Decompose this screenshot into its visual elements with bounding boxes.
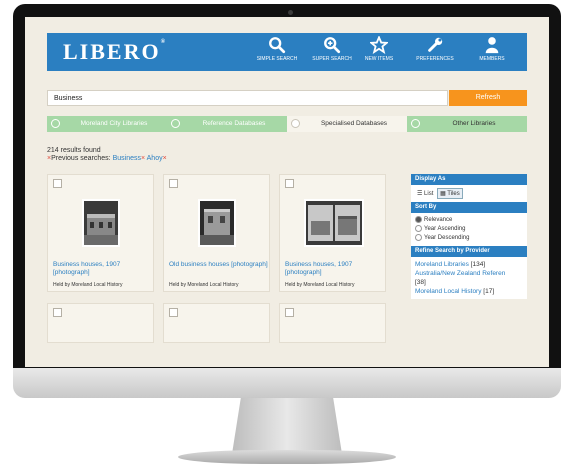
zoom-plus-icon — [324, 37, 341, 54]
remove-search-icon[interactable]: × — [141, 155, 145, 162]
refresh-button[interactable]: Refresh — [449, 90, 527, 106]
sort-relevance-radio[interactable]: Relevance — [415, 216, 523, 225]
check-circle-icon — [51, 119, 60, 128]
db-tab-moreland-city-libraries[interactable]: Moreland City Libraries — [47, 116, 167, 132]
select-checkbox[interactable] — [169, 179, 178, 188]
display-as-options: ☰ List ▦ Tiles — [411, 185, 527, 202]
photo-thumbnail[interactable] — [198, 199, 236, 247]
result-card[interactable]: Business houses, 1907 [photograph] Held … — [47, 174, 154, 292]
sort-year-descending-radio[interactable]: Year Descending — [415, 234, 523, 243]
previous-search-link[interactable]: Business — [113, 155, 141, 162]
screen: LIBERO® SIMPLE SEARCH SUPER SEARCH NEW I… — [25, 17, 549, 367]
photo-thumbnail[interactable] — [304, 199, 364, 247]
star-icon — [370, 36, 388, 54]
result-card[interactable] — [163, 303, 270, 343]
result-card[interactable] — [279, 303, 386, 343]
select-checkbox[interactable] — [285, 308, 294, 317]
provider-link[interactable]: Moreland Local History [17] — [415, 287, 523, 296]
nav-simple-search[interactable]: SIMPLE SEARCH — [248, 36, 306, 62]
refine-heading: Refine Search by Provider — [411, 246, 527, 258]
nav-preferences[interactable]: PREFERENCES — [406, 36, 464, 62]
sort-by-heading: Sort By — [411, 202, 527, 213]
nav-label: SIMPLE SEARCH — [256, 56, 298, 62]
sort-year-ascending-radio[interactable]: Year Ascending — [415, 225, 523, 234]
view-list-button[interactable]: ☰ List — [415, 189, 435, 198]
user-icon — [485, 37, 499, 54]
nav-label: PREFERENCES — [416, 56, 454, 62]
monitor-chin — [13, 368, 561, 398]
result-title-link[interactable]: Business houses, 1907 [photograph] — [285, 261, 385, 277]
monitor-base — [178, 450, 396, 464]
check-circle-icon — [411, 119, 420, 128]
select-checkbox[interactable] — [169, 308, 178, 317]
select-checkbox[interactable] — [53, 179, 62, 188]
db-tab-reference-databases[interactable]: Reference Databases — [167, 116, 287, 132]
db-tab-specialised-databases[interactable]: Specialised Databases — [287, 116, 407, 132]
provider-link[interactable]: Australia/New Zealand Referen [38] — [415, 269, 523, 287]
provider-link[interactable]: Moreland Libraries [134] — [415, 260, 523, 269]
result-card[interactable] — [47, 303, 154, 343]
previous-searches-label: Previous searches: — [51, 155, 111, 162]
database-tabs: Moreland City Libraries Reference Databa… — [47, 116, 527, 132]
held-by-text: Held by Moreland Local History — [169, 282, 239, 288]
result-card[interactable]: Old business houses [photograph] Held by… — [163, 174, 270, 292]
nav-label: NEW ITEMS — [364, 56, 394, 62]
header-bar: LIBERO® SIMPLE SEARCH SUPER SEARCH NEW I… — [47, 33, 527, 71]
previous-searches: ×Previous searches: Business× Ahoy× — [47, 155, 167, 162]
camera-dot — [288, 10, 293, 15]
result-title-link[interactable]: Old business houses [photograph] — [169, 261, 269, 269]
held-by-text: Held by Moreland Local History — [53, 282, 123, 288]
libero-logo[interactable]: LIBERO® — [63, 39, 165, 65]
results-count: 214 results found — [47, 147, 101, 154]
display-as-heading: Display As — [411, 174, 527, 185]
select-checkbox[interactable] — [53, 308, 62, 317]
remove-search-icon[interactable]: × — [163, 155, 167, 162]
nav-new-items[interactable]: NEW ITEMS — [350, 36, 408, 62]
sidebar: Display As ☰ List ▦ Tiles Sort By Releva… — [411, 174, 527, 300]
monitor-stand — [232, 398, 342, 454]
view-tiles-button[interactable]: ▦ Tiles — [437, 188, 463, 199]
photo-thumbnail[interactable] — [82, 199, 120, 247]
nav-label: MEMBERS — [479, 56, 505, 62]
check-circle-icon — [171, 119, 180, 128]
nav-members[interactable]: MEMBERS — [463, 36, 521, 62]
empty-circle-icon — [291, 119, 300, 128]
wrench-icon — [428, 37, 443, 52]
held-by-text: Held by Moreland Local History — [285, 282, 355, 288]
result-card[interactable]: Business houses, 1907 [photograph] Held … — [279, 174, 386, 292]
provider-list: Moreland Libraries [134] Australia/New Z… — [411, 257, 527, 300]
result-title-link[interactable]: Business houses, 1907 [photograph] — [53, 261, 153, 277]
db-tab-other-libraries[interactable]: Other Libraries — [407, 116, 527, 132]
sort-options: Relevance Year Ascending Year Descending — [411, 213, 527, 247]
previous-search-link[interactable]: Ahoy — [147, 155, 163, 162]
search-input[interactable]: Business — [47, 90, 448, 106]
select-checkbox[interactable] — [285, 179, 294, 188]
search-icon — [269, 37, 286, 54]
